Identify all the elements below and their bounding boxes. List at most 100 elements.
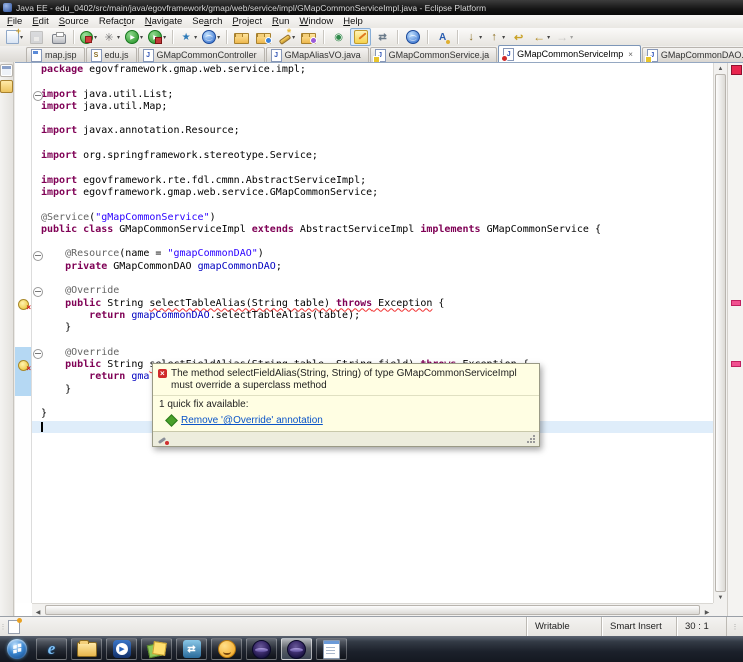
link-with-editor-button[interactable] xyxy=(372,28,393,46)
new-web-wizard-button[interactable]: ▾ xyxy=(177,28,199,46)
eclipse-button[interactable] xyxy=(246,638,277,660)
code-line[interactable] xyxy=(32,335,713,347)
notepad-button[interactable] xyxy=(316,638,347,660)
media-player-button[interactable] xyxy=(106,638,137,660)
new-wizard-button[interactable]: ▾ xyxy=(4,26,25,46)
tab-gmapcommoncontroller[interactable]: J GMapCommonController xyxy=(137,47,265,62)
palette-view-icon[interactable] xyxy=(0,80,13,93)
back-button[interactable]: ▾ xyxy=(530,28,552,46)
annotation-ruler[interactable] xyxy=(15,63,32,603)
run-button[interactable]: ▾ xyxy=(123,28,145,46)
menu-edit[interactable]: Edit xyxy=(27,15,53,28)
dropdown-arrow-icon[interactable]: ▾ xyxy=(547,34,550,41)
eclipse-active-button[interactable] xyxy=(281,638,312,660)
dropdown-arrow-icon[interactable]: ▾ xyxy=(570,34,573,41)
start-button[interactable] xyxy=(2,638,32,660)
dropdown-arrow-icon[interactable]: ▾ xyxy=(502,34,505,41)
code-line[interactable]: @Override xyxy=(32,347,713,359)
code-line[interactable]: import java.util.List; xyxy=(32,89,713,101)
quickfix-link[interactable]: Remove '@Override' annotation xyxy=(181,415,323,426)
tab-gmapaliasvo-java[interactable]: J GMapAliasVO.java xyxy=(265,47,369,62)
search-button[interactable]: ▾ xyxy=(275,27,297,46)
highlight-toggle-button[interactable] xyxy=(350,28,372,46)
dropdown-arrow-icon[interactable]: ▾ xyxy=(163,34,166,41)
dropdown-arrow-icon[interactable]: ▾ xyxy=(140,34,143,41)
web-browser-button[interactable]: ▾ xyxy=(200,28,222,46)
last-edit-location-button[interactable] xyxy=(508,28,529,46)
error-summary-icon[interactable] xyxy=(731,65,742,75)
fold-minus-icon[interactable] xyxy=(33,348,43,359)
print-button[interactable] xyxy=(48,28,69,46)
code-line[interactable] xyxy=(32,273,713,285)
menu-source[interactable]: Source xyxy=(54,15,94,28)
menu-file[interactable]: File xyxy=(2,15,27,28)
code-line[interactable]: return gmapCommonDAO.selectTableAlias(ta… xyxy=(32,310,713,322)
error-quickfix-icon[interactable] xyxy=(18,360,31,373)
windows-explorer-button[interactable] xyxy=(71,638,102,660)
code-line[interactable] xyxy=(32,113,713,125)
external-tools-button[interactable]: ▾ xyxy=(100,28,122,46)
code-line[interactable]: } xyxy=(32,322,713,334)
tab-gmapcommondao-java[interactable]: JGMapCommonDAO.java xyxy=(641,47,743,63)
messenger-button[interactable] xyxy=(211,638,242,660)
code-line[interactable]: public String selectTableAlias(String ta… xyxy=(32,298,713,310)
overview-error-marker[interactable] xyxy=(731,299,741,306)
tab-gmapcommonservice-ja[interactable]: J GMapCommonService.ja xyxy=(369,47,498,63)
dropdown-arrow-icon[interactable]: ▾ xyxy=(292,34,295,41)
forward-button[interactable]: ▾ xyxy=(553,28,575,46)
code-line[interactable]: @Service("gMapCommonService") xyxy=(32,212,713,224)
menu-refactor[interactable]: Refac t or xyxy=(94,15,140,28)
horizontal-scrollbar[interactable] xyxy=(32,603,713,616)
tab-map-jsp[interactable]: map.jsp xyxy=(26,47,85,62)
save-button[interactable] xyxy=(26,28,47,46)
menu-search[interactable]: Se a rch xyxy=(187,15,227,28)
debug-button[interactable]: ▾ xyxy=(78,28,99,46)
code-line[interactable] xyxy=(32,138,713,150)
resize-grip-icon[interactable] xyxy=(527,435,535,443)
dropdown-arrow-icon[interactable]: ▾ xyxy=(217,34,220,41)
code-line[interactable] xyxy=(32,236,713,248)
menu-window[interactable]: Window xyxy=(294,15,338,28)
error-quickfix-icon[interactable] xyxy=(18,298,31,312)
code-editor[interactable]: package egovframework.gmap.web.service.i… xyxy=(32,63,713,603)
next-annotation-button[interactable]: ▾ xyxy=(462,28,484,46)
close-icon[interactable]: × xyxy=(628,50,633,59)
overview-ruler[interactable] xyxy=(727,63,743,616)
menu-help[interactable]: Help xyxy=(338,15,368,28)
tab-edu-js[interactable]: Sedu.js xyxy=(85,47,137,62)
dropdown-arrow-icon[interactable]: ▾ xyxy=(194,34,197,41)
fold-minus-icon[interactable] xyxy=(33,250,43,261)
horizontal-scroll-thumb[interactable] xyxy=(45,605,700,615)
scroll-down-arrow-icon[interactable] xyxy=(714,592,727,603)
previous-annotation-button[interactable]: ▾ xyxy=(485,28,507,46)
dev-tool-button[interactable] xyxy=(176,638,207,660)
code-line[interactable]: package egovframework.gmap.web.service.i… xyxy=(32,64,713,76)
code-line[interactable]: @Override xyxy=(32,285,713,297)
coverage-button[interactable]: ▾ xyxy=(146,28,168,46)
vertical-scroll-thumb[interactable] xyxy=(715,74,726,592)
tab-gmapcommonserviceimp[interactable]: J GMapCommonServiceImp × xyxy=(498,45,641,62)
vertical-scrollbar[interactable] xyxy=(713,63,727,603)
restore-view-icon[interactable] xyxy=(0,64,13,77)
code-line[interactable]: import egovframework.rte.fdl.cmmn.Abstra… xyxy=(32,175,713,187)
code-line[interactable] xyxy=(32,199,713,211)
code-line[interactable] xyxy=(32,76,713,88)
internet-explorer-button[interactable] xyxy=(36,638,67,660)
open-web-browser-button[interactable] xyxy=(402,28,423,46)
fold-minus-icon[interactable] xyxy=(33,90,43,101)
code-line[interactable]: private GMapCommonDAO gmapCommonDAO; xyxy=(32,261,713,273)
code-line[interactable]: import org.springframework.stereotype.Se… xyxy=(32,150,713,162)
scroll-up-arrow-icon[interactable] xyxy=(714,63,727,74)
sticky-notes-button[interactable] xyxy=(141,638,172,660)
open-task-button[interactable] xyxy=(298,28,319,46)
menu-navigate[interactable]: Navigate xyxy=(140,15,188,28)
notification-icon[interactable] xyxy=(8,617,22,634)
code-line[interactable]: import egovframework.gmap.web.service.GM… xyxy=(32,187,713,199)
code-line[interactable] xyxy=(32,162,713,174)
dropdown-arrow-icon[interactable]: ▾ xyxy=(117,34,120,41)
wrench-icon[interactable] xyxy=(157,435,169,445)
overview-error-marker[interactable] xyxy=(731,361,741,368)
menu-project[interactable]: Project xyxy=(227,15,267,28)
code-line[interactable]: import java.util.Map; xyxy=(32,101,713,113)
dropdown-arrow-icon[interactable]: ▾ xyxy=(479,34,482,41)
